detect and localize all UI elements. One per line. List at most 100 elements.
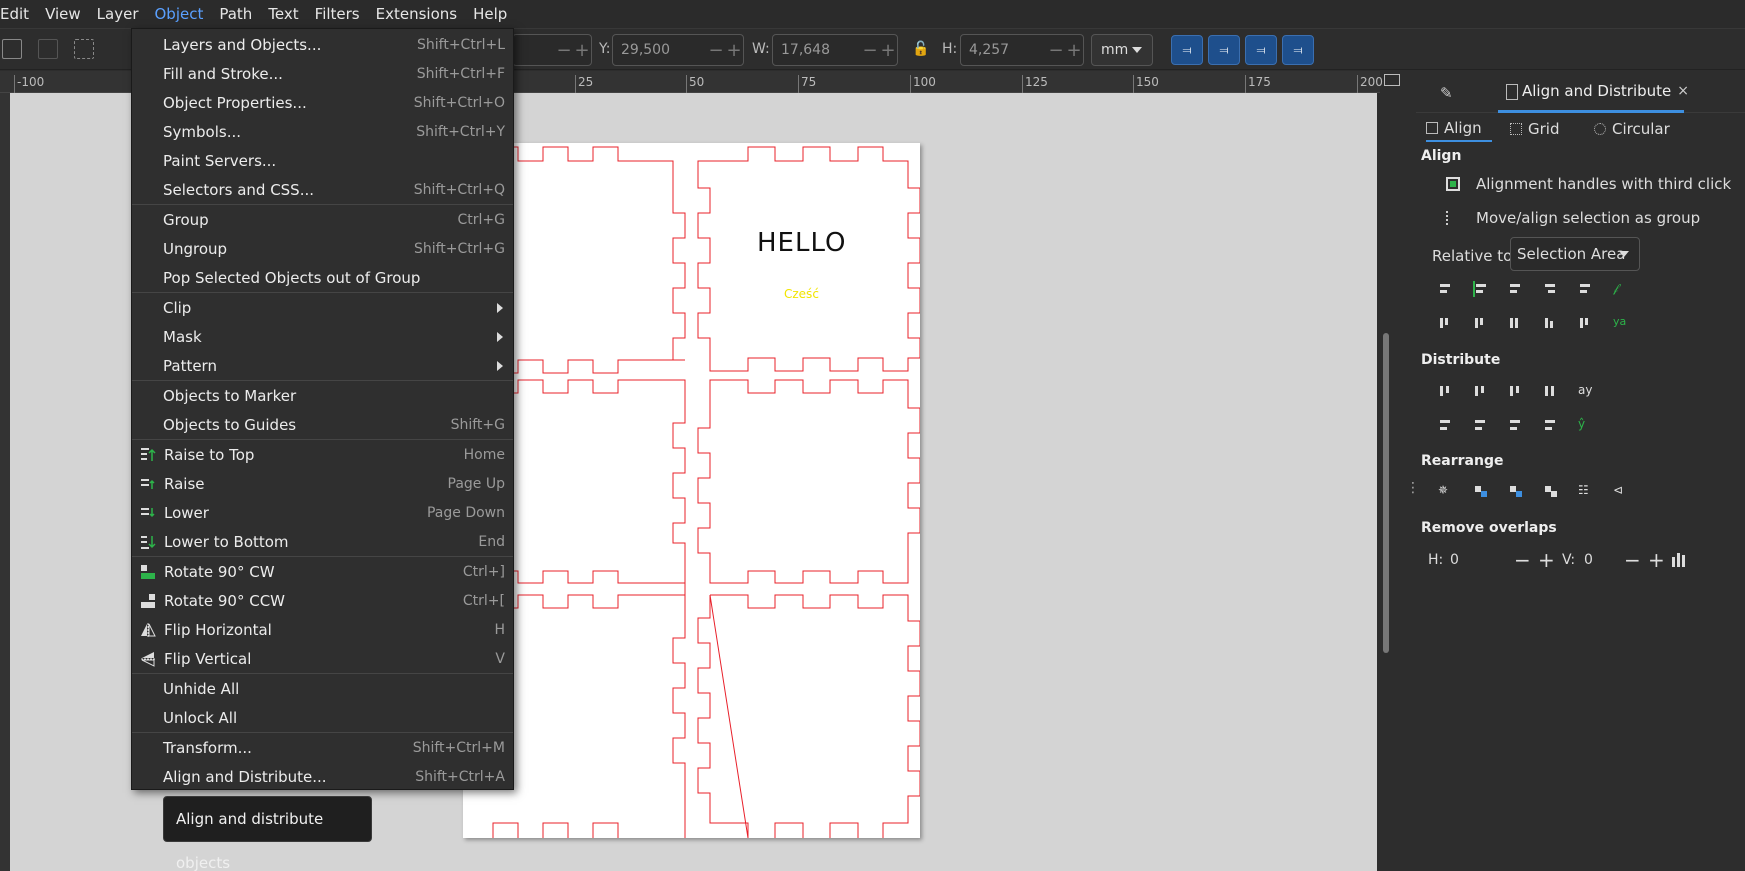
menu-item-paint-servers[interactable]: Paint Servers... [132,146,513,175]
center-horizontal-axis-icon[interactable] [1508,315,1524,331]
menu-item-lower-to-bottom[interactable]: Lower to Bottom End [132,527,513,556]
menu-view[interactable]: View [37,0,89,28]
align-right-to-left-icon[interactable] [1438,281,1454,297]
menu-item-rotate-cw[interactable]: Rotate 90° CW Ctrl+] [132,557,513,586]
distribute-left-icon[interactable] [1438,383,1454,399]
subtab-align[interactable]: Align [1426,116,1492,142]
select-all-icon[interactable] [2,39,22,59]
menu-edit[interactable]: Edit [0,0,37,28]
menu-item-raise-to-top[interactable]: Raise to Top Home [132,440,513,469]
unit-select[interactable]: mm [1091,34,1153,66]
move-gradients-button[interactable]: ⫤ [1245,35,1277,65]
distribute-gaps-icon[interactable] [1543,383,1559,399]
move-patterns-button[interactable]: ⫤ [1282,35,1314,65]
scale-stroke-button[interactable]: ⫤ [1171,35,1203,65]
menu-filters[interactable]: Filters [307,0,368,28]
overlap-h-input[interactable]: 0 [1450,552,1459,568]
exchange-selection-order-icon[interactable] [1473,483,1489,499]
menu-text[interactable]: Text [260,0,306,28]
center-vertical-axis-icon[interactable] [1508,281,1524,297]
w-field[interactable]: 17,648 − + [772,34,898,66]
randomize-centers-icon[interactable]: ☷ [1578,483,1594,499]
align-top-to-bottom-icon[interactable] [1578,315,1594,331]
align-right-icon[interactable] [1543,281,1559,297]
option-third-click[interactable]: Alignment handles with third click [1446,175,1731,193]
align-text-baseline-icon[interactable]: 𝒻 [1613,281,1629,297]
select-same-icon[interactable] [38,39,58,59]
menu-item-group[interactable]: Group Ctrl+G [132,205,513,234]
lock-icon[interactable]: 🔓 [912,41,929,59]
align-top-icon[interactable] [1473,315,1489,331]
h-plus-button[interactable]: + [1065,40,1083,61]
x-minus-button[interactable]: − [555,40,573,61]
overlap-v-input[interactable]: 0 [1584,552,1593,568]
subtab-circular[interactable]: Circular [1594,116,1670,142]
group-icon[interactable] [1446,211,1460,225]
close-icon[interactable]: × [1677,83,1689,99]
menu-item-ungroup[interactable]: Ungroup Shift+Ctrl+G [132,234,513,263]
canvas-heading-text[interactable]: HELLO [757,228,847,258]
h-field[interactable]: 4,257 − + [960,34,1084,66]
h-minus-button[interactable]: − [1047,40,1065,61]
align-baseline-anchors-icon[interactable]: ya [1613,315,1629,331]
menu-item-pop-out-of-group[interactable]: Pop Selected Objects out of Group [132,263,513,292]
align-left-to-right-icon[interactable] [1578,281,1594,297]
canvas-sub-text[interactable]: Cześć [784,287,819,301]
menu-item-objects-to-guides[interactable]: Objects to Guides Shift+G [132,410,513,439]
distribute-top-icon[interactable] [1438,417,1454,433]
exchange-clockwise-icon[interactable] [1543,483,1559,499]
distribute-bottom-icon[interactable] [1508,417,1524,433]
checkbox-icon[interactable] [1446,177,1460,191]
distribute-right-icon[interactable] [1508,383,1524,399]
menu-item-object-properties[interactable]: Object Properties... Shift+Ctrl+O [132,88,513,117]
menu-item-symbols[interactable]: Symbols... Shift+Ctrl+Y [132,117,513,146]
menu-object[interactable]: Object [147,0,212,28]
tab-align-and-distribute[interactable]: Align and Distribute × [1498,71,1689,113]
exchange-stack-order-icon[interactable] [1508,483,1524,499]
menu-help[interactable]: Help [465,0,515,28]
touch-select-icon[interactable] [74,39,94,59]
distribute-vgaps-icon[interactable] [1543,417,1559,433]
menu-item-flip-vertical[interactable]: Flip Vertical V [132,644,513,673]
menu-layer[interactable]: Layer [89,0,147,28]
graph-layout-icon[interactable]: ✵ [1438,483,1454,499]
w-minus-button[interactable]: − [861,40,879,61]
scrollbar-thumb[interactable] [1383,333,1389,653]
y-minus-button[interactable]: − [707,40,725,61]
subtab-grid[interactable]: Grid [1510,116,1559,142]
menu-extensions[interactable]: Extensions [368,0,465,28]
distribute-vcenters-icon[interactable] [1473,417,1489,433]
x-field[interactable]: − + [512,34,592,66]
menu-item-lower[interactable]: Lower Page Down [132,498,513,527]
y-field[interactable]: 29,500 − + [612,34,744,66]
distribute-vbaseline-icon[interactable]: ŷ [1578,417,1594,433]
x-plus-button[interactable]: + [573,40,591,61]
y-plus-button[interactable]: + [725,40,743,61]
menu-item-raise[interactable]: Raise Page Up [132,469,513,498]
menu-path[interactable]: Path [211,0,260,28]
menu-item-transform[interactable]: Transform... Shift+Ctrl+M [132,733,513,762]
distribute-baseline-icon[interactable]: ay [1578,383,1594,399]
menu-item-unhide-all[interactable]: Unhide All [132,674,513,703]
overlap-h-plus-button[interactable]: + [1538,548,1555,572]
display-mode-icon[interactable] [1384,74,1400,86]
menu-item-clip[interactable]: Clip [132,293,513,322]
menu-item-pattern[interactable]: Pattern [132,351,513,380]
menu-item-objects-to-marker[interactable]: Objects to Marker [132,381,513,410]
menu-item-unlock-all[interactable]: Unlock All [132,703,513,732]
pen-icon[interactable]: ✎ [1440,84,1458,102]
menu-item-layers-and-objects[interactable]: Layers and Objects... Shift+Ctrl+L [132,30,513,59]
canvas-vertical-scrollbar[interactable] [1377,93,1395,871]
w-plus-button[interactable]: + [879,40,897,61]
unclump-icon[interactable]: ⊲ [1613,483,1629,499]
menu-item-rotate-ccw[interactable]: Rotate 90° CCW Ctrl+[ [132,586,513,615]
menu-item-mask[interactable]: Mask [132,322,513,351]
overlap-v-plus-button[interactable]: + [1648,548,1665,572]
relative-to-select[interactable]: Selection Area [1510,237,1640,271]
scale-corners-button[interactable]: ⫤ [1208,35,1240,65]
menu-item-align-and-distribute[interactable]: Align and Distribute... Shift+Ctrl+A [132,762,513,791]
box-joint-drawing[interactable] [463,143,920,838]
distribute-centers-icon[interactable] [1473,383,1489,399]
align-bottom-to-top-icon[interactable] [1438,315,1454,331]
option-move-as-group[interactable]: Move/align selection as group [1446,209,1700,227]
